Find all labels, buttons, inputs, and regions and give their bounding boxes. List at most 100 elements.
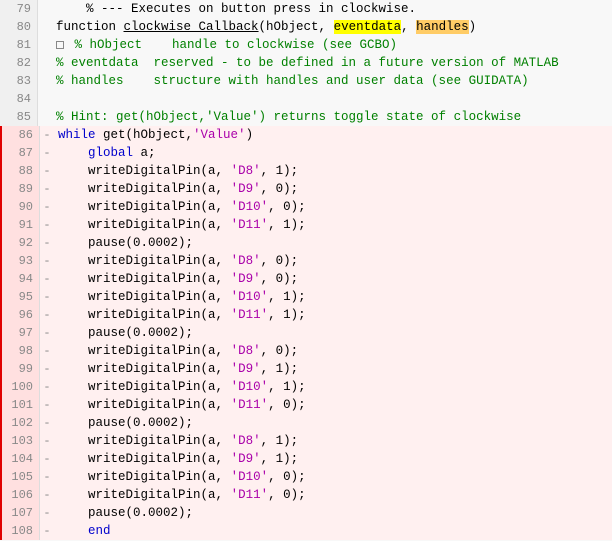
line-content: writeDigitalPin(a, 'D10', 1);	[54, 288, 612, 306]
line-content: writeDigitalPin(a, 'D8', 1);	[54, 162, 612, 180]
line-content: writeDigitalPin(a, 'D8', 1);	[54, 432, 612, 450]
line-number: 90	[2, 198, 40, 216]
line-content	[52, 90, 612, 108]
line-dash: -	[40, 252, 54, 270]
line-dash: -	[40, 162, 54, 180]
line-number: 104	[2, 450, 40, 468]
code-line-80: 80 function clockwise_Callback(hObject, e…	[0, 18, 612, 36]
code-line-87: 87- global a;	[0, 144, 612, 162]
line-dash	[38, 90, 52, 108]
line-content: writeDigitalPin(a, 'D9', 1);	[54, 450, 612, 468]
code-line-101: 101- writeDigitalPin(a, 'D11', 0);	[0, 396, 612, 414]
line-content: pause(0.0002);	[54, 414, 612, 432]
line-dash: -	[40, 396, 54, 414]
line-number: 80	[0, 18, 38, 36]
code-line-94: 94- writeDigitalPin(a, 'D9', 0);	[0, 270, 612, 288]
line-content: % eventdata reserved - to be defined in …	[52, 54, 612, 72]
line-dash: -	[40, 306, 54, 324]
line-content: % Hint: get(hObject,'Value') returns tog…	[52, 108, 612, 126]
code-line-95: 95- writeDigitalPin(a, 'D10', 1);	[0, 288, 612, 306]
line-number: 88	[2, 162, 40, 180]
code-line-100: 100- writeDigitalPin(a, 'D10', 1);	[0, 378, 612, 396]
line-number: 96	[2, 306, 40, 324]
code-line-79: 79 % --- Executes on button press in clo…	[0, 0, 612, 18]
code-line-86: 86-while get(hObject,'Value')	[0, 126, 612, 144]
line-dash: -	[40, 450, 54, 468]
line-number: 84	[0, 90, 38, 108]
line-content: writeDigitalPin(a, 'D10', 0);	[54, 468, 612, 486]
line-dash: -	[40, 522, 54, 540]
line-number: 106	[2, 486, 40, 504]
line-dash: -	[40, 270, 54, 288]
line-dash	[38, 18, 52, 36]
line-number: 92	[2, 234, 40, 252]
code-editor: 79 % --- Executes on button press in clo…	[0, 0, 612, 540]
code-line-88: 88- writeDigitalPin(a, 'D8', 1);	[0, 162, 612, 180]
line-content: pause(0.0002);	[54, 234, 612, 252]
code-line-102: 102- pause(0.0002);	[0, 414, 612, 432]
line-dash: -	[40, 234, 54, 252]
line-content: % hObject handle to clockwise (see GCBO)	[52, 36, 612, 54]
code-line-98: 98- writeDigitalPin(a, 'D8', 0);	[0, 342, 612, 360]
line-number: 102	[2, 414, 40, 432]
line-dash: -	[40, 216, 54, 234]
line-content: writeDigitalPin(a, 'D11', 1);	[54, 216, 612, 234]
line-dash	[38, 108, 52, 126]
code-line-103: 103- writeDigitalPin(a, 'D8', 1);	[0, 432, 612, 450]
line-number: 99	[2, 360, 40, 378]
line-content: writeDigitalPin(a, 'D11', 1);	[54, 306, 612, 324]
line-number: 79	[0, 0, 38, 18]
line-content: writeDigitalPin(a, 'D9', 1);	[54, 360, 612, 378]
line-dash: -	[40, 180, 54, 198]
line-content: end	[54, 522, 612, 540]
code-line-106: 106- writeDigitalPin(a, 'D11', 0);	[0, 486, 612, 504]
code-line-99: 99- writeDigitalPin(a, 'D9', 1);	[0, 360, 612, 378]
line-dash	[38, 0, 52, 18]
line-dash: -	[40, 414, 54, 432]
code-line-92: 92- pause(0.0002);	[0, 234, 612, 252]
line-number: 91	[2, 216, 40, 234]
line-number: 97	[2, 324, 40, 342]
code-line-96: 96- writeDigitalPin(a, 'D11', 1);	[0, 306, 612, 324]
line-content: writeDigitalPin(a, 'D8', 0);	[54, 342, 612, 360]
line-number: 89	[2, 180, 40, 198]
line-content: pause(0.0002);	[54, 324, 612, 342]
line-dash: -	[40, 468, 54, 486]
code-line-91: 91- writeDigitalPin(a, 'D11', 1);	[0, 216, 612, 234]
line-dash: -	[40, 198, 54, 216]
line-number: 85	[0, 108, 38, 126]
code-line-107: 107- pause(0.0002);	[0, 504, 612, 522]
line-content: function clockwise_Callback(hObject, eve…	[52, 18, 612, 36]
line-number: 105	[2, 468, 40, 486]
line-number: 83	[0, 72, 38, 90]
line-dash	[38, 72, 52, 90]
code-line-104: 104- writeDigitalPin(a, 'D9', 1);	[0, 450, 612, 468]
line-number: 87	[2, 144, 40, 162]
code-line-81: 81 % hObject handle to clockwise (see GC…	[0, 36, 612, 54]
line-content: writeDigitalPin(a, 'D10', 1);	[54, 378, 612, 396]
line-dash: -	[40, 288, 54, 306]
line-number: 98	[2, 342, 40, 360]
code-line-105: 105- writeDigitalPin(a, 'D10', 0);	[0, 468, 612, 486]
line-content: % --- Executes on button press in clockw…	[52, 0, 612, 18]
line-dash: -	[40, 144, 54, 162]
line-number: 81	[0, 36, 38, 54]
line-number: 107	[2, 504, 40, 522]
line-content: global a;	[54, 144, 612, 162]
line-number: 82	[0, 54, 38, 72]
line-content: writeDigitalPin(a, 'D11', 0);	[54, 486, 612, 504]
line-content: writeDigitalPin(a, 'D9', 0);	[54, 180, 612, 198]
line-number: 95	[2, 288, 40, 306]
code-line-82: 82 % eventdata reserved - to be defined i…	[0, 54, 612, 72]
line-number: 103	[2, 432, 40, 450]
code-line-89: 89- writeDigitalPin(a, 'D9', 0);	[0, 180, 612, 198]
line-dash: -	[40, 378, 54, 396]
line-dash: -	[40, 504, 54, 522]
line-content: writeDigitalPin(a, 'D11', 0);	[54, 396, 612, 414]
code-line-85: 85 % Hint: get(hObject,'Value') returns t…	[0, 108, 612, 126]
line-dash: -	[40, 432, 54, 450]
line-dash	[38, 36, 52, 54]
line-content: pause(0.0002);	[54, 504, 612, 522]
code-line-93: 93- writeDigitalPin(a, 'D8', 0);	[0, 252, 612, 270]
line-dash: -	[40, 126, 54, 144]
